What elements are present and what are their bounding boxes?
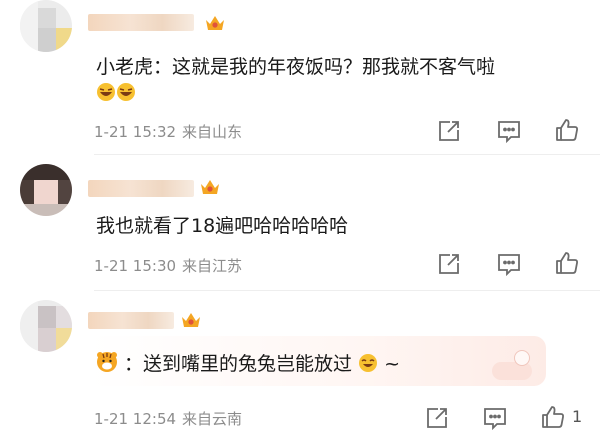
comment-location: 来自云南 (182, 410, 243, 428)
username-blurred[interactable] (88, 312, 174, 329)
share-icon[interactable] (424, 405, 450, 431)
laughing-emoji-icon (358, 353, 378, 378)
comment-item: ：送到嘴里的兔兔岂能放过 ~ 1-21 12:54 来自云南 1 (0, 0, 600, 446)
comment-text: ：送到嘴里的兔兔岂能放过 (124, 353, 353, 375)
avatar[interactable] (20, 300, 72, 352)
tiger-emoji-icon (96, 351, 118, 378)
comment-text-suffix: ~ (384, 353, 401, 375)
crown-badge-icon (180, 310, 202, 330)
comment-meta: 1-21 12:54 来自云南 (94, 408, 248, 429)
comment-icon[interactable] (482, 405, 508, 431)
comment-text-row: ：送到嘴里的兔兔岂能放过 ~ (96, 349, 400, 378)
comment-date: 1-21 12:54 (94, 410, 177, 428)
like-count: 1 (572, 407, 583, 426)
thumbs-up-icon[interactable] (540, 404, 566, 430)
